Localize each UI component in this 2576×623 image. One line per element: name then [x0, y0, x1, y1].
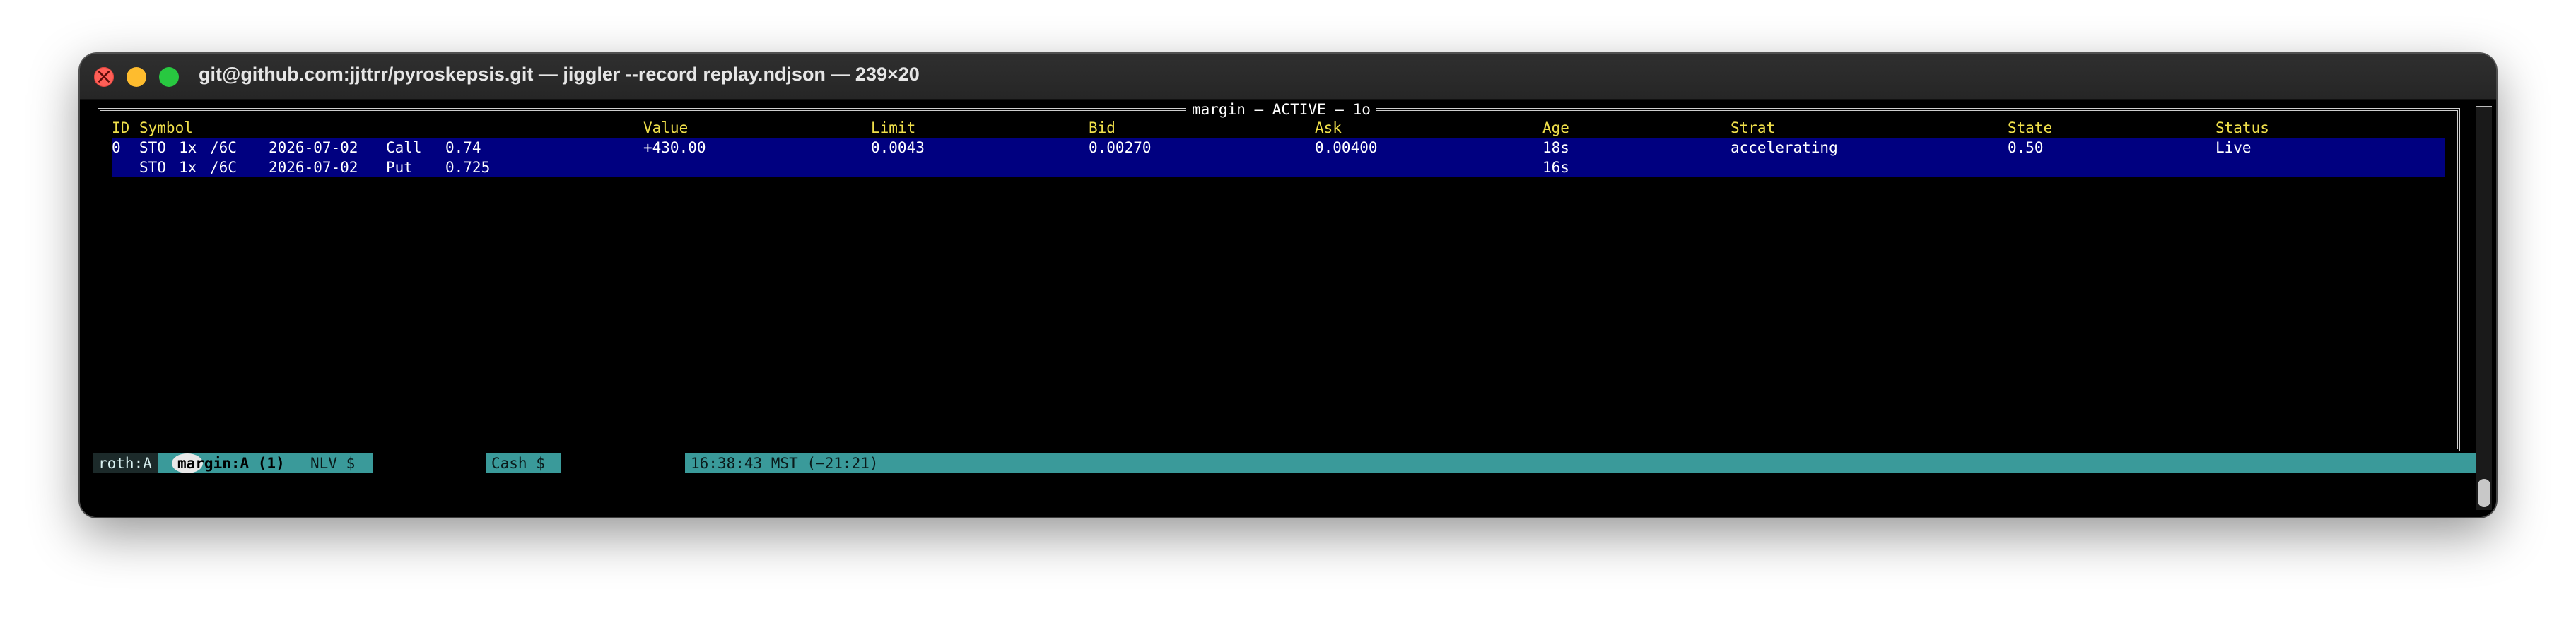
row-type: Call [386, 139, 422, 156]
statusbar-gap [561, 453, 685, 473]
row-root: /6C [210, 159, 237, 176]
row-strike: 0.725 [445, 159, 491, 176]
row-qty: 1x [179, 159, 197, 176]
row-expiry: 2026-07-02 [269, 139, 358, 156]
row-id: 0 [112, 139, 121, 156]
tab-margin[interactable]: margin:A (1) [172, 453, 285, 473]
cash-label: Cash $ [486, 453, 551, 473]
row-strat: accelerating [1731, 139, 1838, 156]
row-bid: 0.00270 [1089, 139, 1152, 156]
scrollbar[interactable] [2476, 107, 2492, 510]
zoom-button[interactable] [159, 67, 179, 87]
window-title: git@github.com:jjttrr/pyroskepsis.git — … [199, 64, 920, 85]
panel-title: margin — ACTIVE — 1o [1186, 100, 1376, 119]
row-ask: 0.00400 [1315, 139, 1378, 156]
col-header-limit: Limit [871, 119, 916, 136]
orders-panel: margin — ACTIVE — 1o ID Symbol Value Lim… [98, 100, 2460, 451]
minimize-button[interactable] [127, 67, 146, 87]
nlv-label: NLV $ [305, 453, 361, 473]
col-header-symbol: Symbol [139, 119, 193, 136]
row-qty: 1x [179, 139, 197, 156]
row-value: +430.00 [643, 139, 706, 156]
row-age: 18s [1542, 139, 1569, 156]
close-button[interactable] [94, 63, 114, 91]
col-header-bid: Bid [1089, 119, 1116, 136]
row-status: Live [2215, 139, 2252, 156]
row-side: STO [139, 159, 166, 176]
col-header-state: State [2008, 119, 2053, 136]
col-header-age: Age [1542, 119, 1569, 136]
row-state: 0.50 [2008, 139, 2044, 156]
col-header-id: ID [112, 119, 130, 136]
statusbar-gap [373, 453, 486, 473]
row-age: 16s [1542, 159, 1569, 176]
row-strike: 0.74 [445, 139, 481, 156]
terminal-content[interactable]: margin — ACTIVE — 1o ID Symbol Value Lim… [80, 100, 2496, 517]
tab-roth[interactable]: roth:A [93, 453, 158, 473]
title-bar: git@github.com:jjttrr/pyroskepsis.git — … [80, 54, 2496, 100]
row-expiry: 2026-07-02 [269, 159, 358, 176]
row-root: /6C [210, 139, 237, 156]
scrollbar-thumb[interactable] [2478, 479, 2490, 507]
clock: 16:38:43 MST (−21:21) [685, 453, 884, 473]
col-header-ask: Ask [1315, 119, 1342, 136]
status-bar: roth:A margin:A (1) NLV $ Cash $ 16:38:4… [93, 453, 2476, 473]
row-limit: 0.0043 [871, 139, 925, 156]
terminal-window: git@github.com:jjttrr/pyroskepsis.git — … [80, 54, 2496, 517]
col-header-value: Value [643, 119, 689, 136]
col-header-status: Status [2215, 119, 2269, 136]
row-side: STO [139, 139, 166, 156]
row-type: Put [386, 159, 413, 176]
col-header-strat: Strat [1731, 119, 1776, 136]
